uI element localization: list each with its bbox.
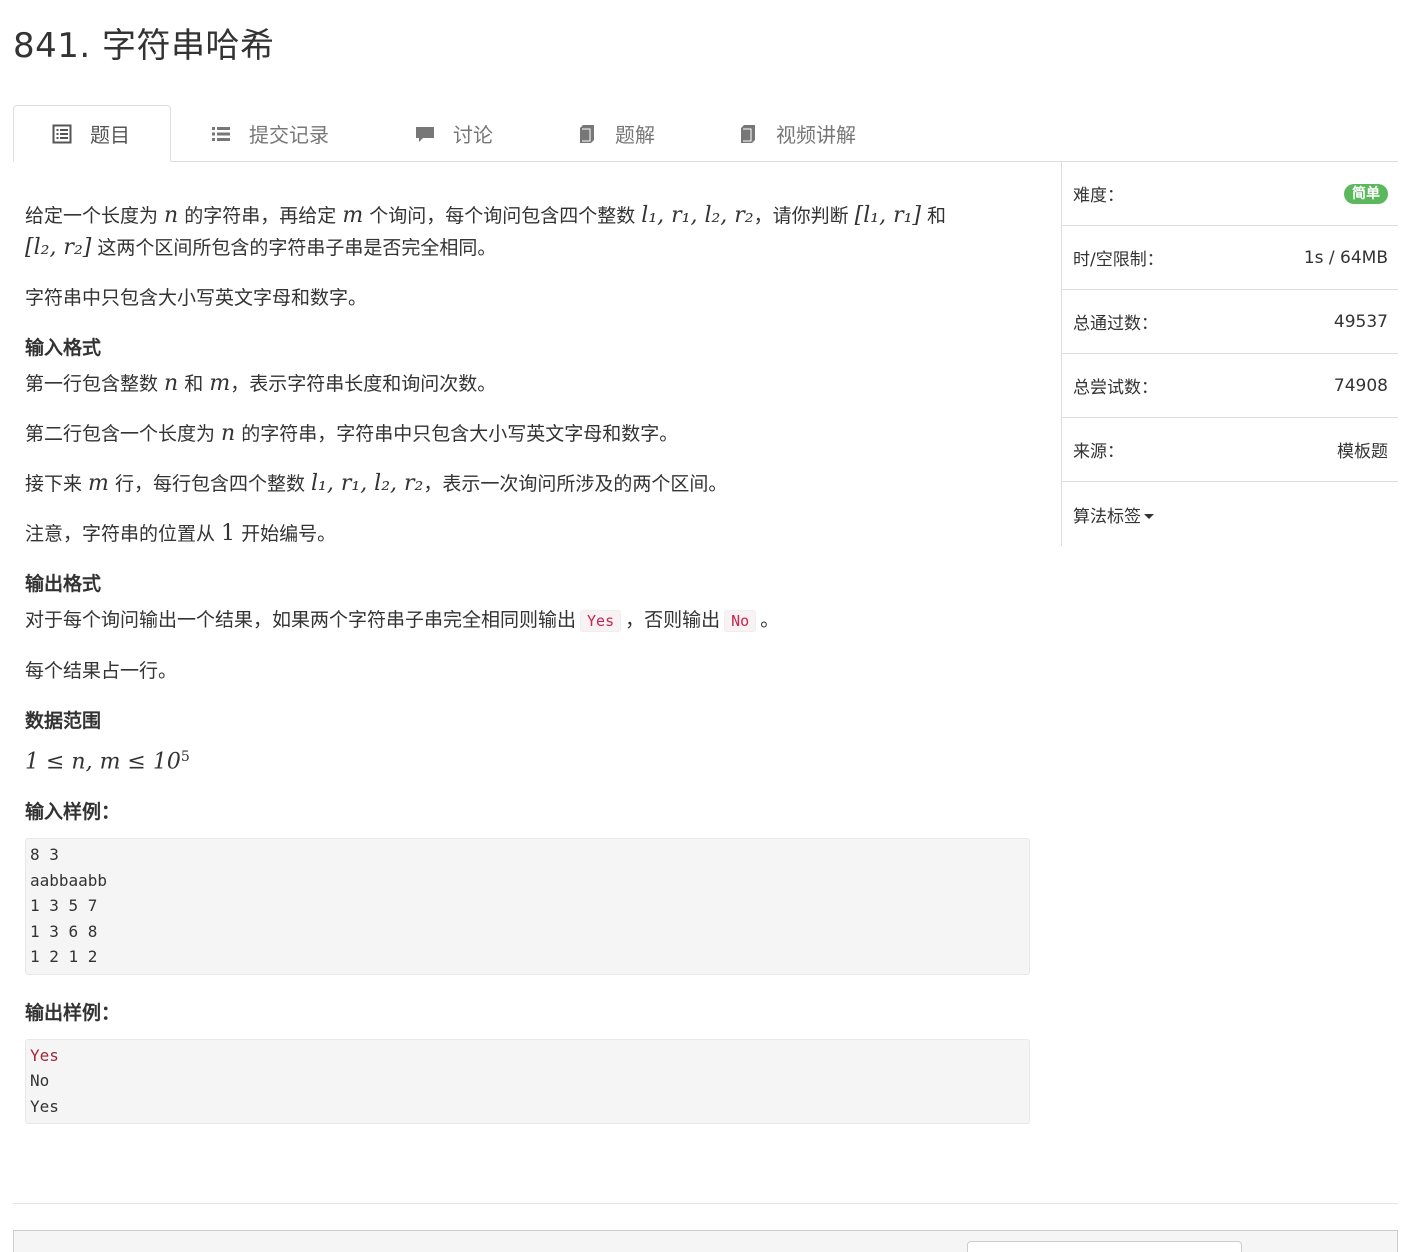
book-icon [741,124,755,143]
sample-input-title: 输入样例： [25,801,121,824]
language-select[interactable] [967,1241,1242,1252]
limit-label: 时/空限制： [1073,250,1164,270]
sample-output-title: 输出样例： [25,1001,121,1024]
output-format-line-1: 对于每个询问输出一个结果，如果两个字符串子串完全相同则输出 Yes ，否则输出 No。 [25,609,780,632]
description-paragraph: 给定一个长度为 n 的字符串，再给定 m 个询问，每个询问包含四个整数 l₁, … [25,203,947,260]
source-row: 来源： 模板题 [1062,418,1398,482]
yes-code: Yes [580,610,622,632]
input-format-line-4: 注意，字符串的位置从 1 开始编号。 [25,521,337,546]
list-alt-icon [52,124,72,143]
limit-row: 时/空限制： 1s / 64MB [1062,226,1398,290]
attempts-row: 总尝试数： 74908 [1062,354,1398,418]
tab-discussion-label: 讨论 [453,123,493,147]
input-format-line-2: 第二行包含一个长度为 n 的字符串，字符串中只包含大小写英文字母和数字。 [25,421,679,446]
passed-row: 总通过数： 49537 [1062,290,1398,354]
problem-tabs: 题目 提交记录 讨论 题解 视频讲解 [13,105,1398,162]
no-code: No [724,610,757,632]
difficulty-label: 难度： [1073,186,1124,206]
caret-down-icon [1144,514,1154,519]
page-title: 841. 字符串哈希 [13,26,275,66]
output-format-title: 输出格式 [25,573,102,595]
tab-problem-label: 题目 [90,123,130,147]
comment-icon [416,126,434,142]
tab-problem[interactable]: 题目 [13,105,171,162]
tags-row: 算法标签 [1062,482,1398,546]
attempts-value: 74908 [1333,375,1388,396]
source-label: 来源： [1073,442,1124,462]
sample-input-block[interactable]: 8 3 aabbaabb 1 3 5 7 1 3 6 8 1 2 1 2 [25,838,1030,975]
passed-label: 总通过数： [1073,314,1158,334]
input-format-line-1: 第一行包含整数 n 和 m，表示字符串长度和询问次数。 [25,371,497,396]
source-value[interactable]: 模板题 [1337,437,1388,462]
passed-value: 49537 [1333,311,1388,332]
problem-info-panel: 难度： 简单 时/空限制： 1s / 64MB 总通过数： 49537 总尝试数… [1061,162,1398,546]
sample-output-block[interactable]: Yes No Yes [25,1038,1030,1125]
attempts-label: 总尝试数： [1073,378,1158,398]
tab-solutions-label: 题解 [615,123,655,147]
data-range-formula: 1 ≤ n, m ≤ 105 [25,749,190,775]
limit-value: 1s / 64MB [1303,247,1388,268]
description-charset: 字符串中只包含大小写英文字母和数字。 [25,287,368,309]
book-icon [580,124,594,143]
problem-content: 给定一个长度为 n 的字符串，再给定 m 个询问，每个询问包含四个整数 l₁, … [25,200,1030,1125]
tab-discussion[interactable]: 讨论 [415,105,493,162]
tab-submissions[interactable]: 提交记录 [211,105,329,162]
tab-video-label: 视频讲解 [776,123,856,147]
output-format-line-2: 每个结果占一行。 [25,660,178,682]
input-format-line-3: 接下来 m 行，每行包含四个整数 l₁, r₁, l₂, r₂，表示一次询问所涉… [25,471,728,496]
tab-submissions-label: 提交记录 [249,123,329,147]
data-range-title: 数据范围 [25,710,102,732]
difficulty-badge: 简单 [1344,183,1388,204]
difficulty-row: 难度： 简单 [1062,162,1398,226]
list-icon [212,126,230,141]
algorithm-tags-toggle[interactable]: 算法标签 [1073,502,1154,527]
tab-solutions[interactable]: 题解 [577,105,655,162]
divider [13,1203,1398,1204]
input-format-title: 输入格式 [25,337,102,359]
tab-video[interactable]: 视频讲解 [738,105,856,162]
